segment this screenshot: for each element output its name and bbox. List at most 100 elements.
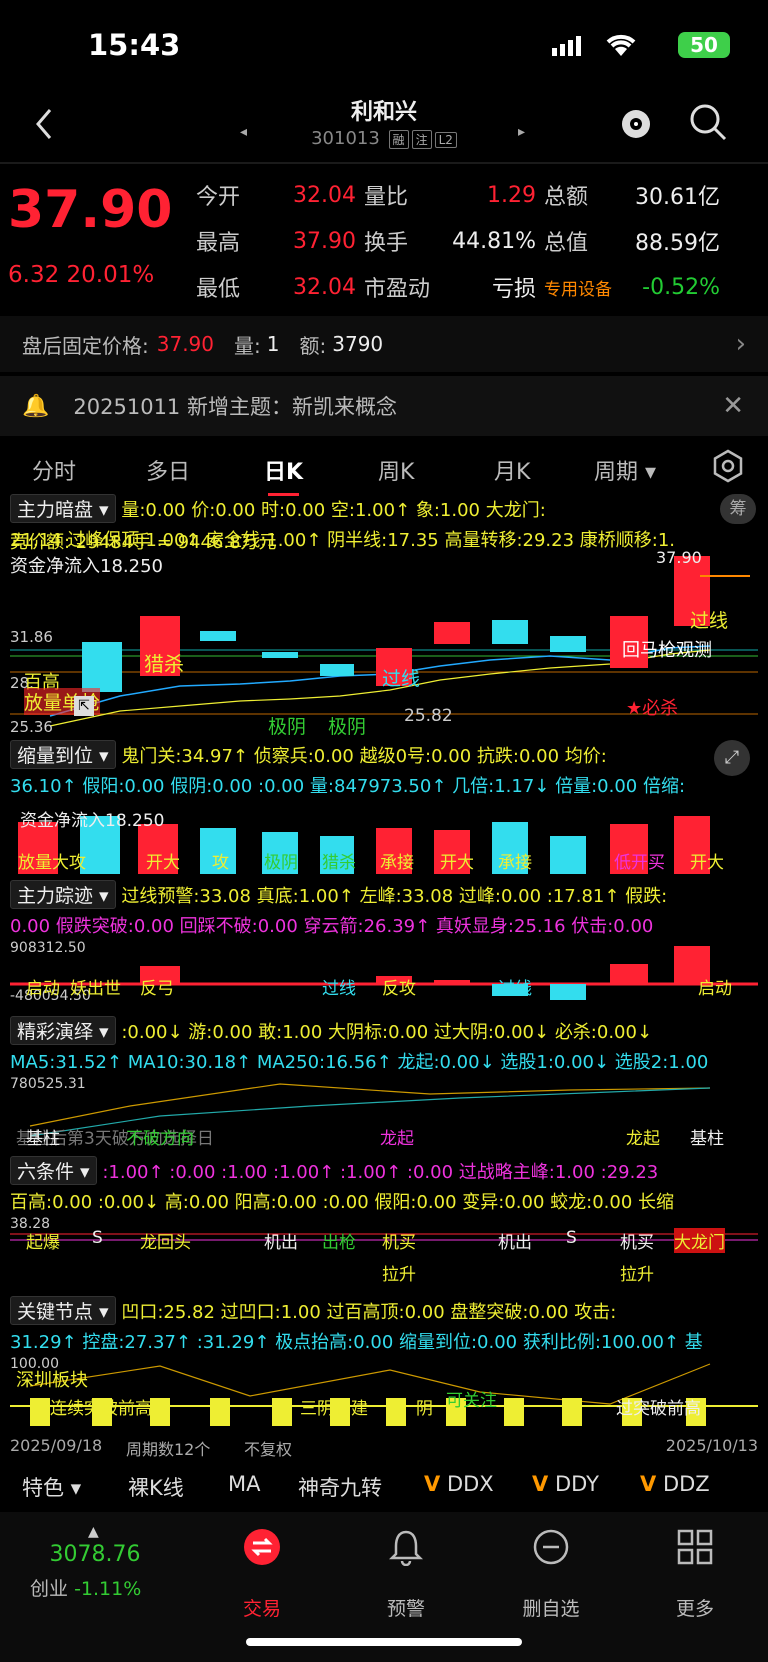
settings-icon[interactable] [710,448,746,490]
price-change: 6.32 20.01% [8,262,154,288]
tool-ddx[interactable]: V DDX [424,1472,494,1496]
panel4-line1: :0.00↓ 游:0.00 敢:1.00 大阴标:0.00 过大阴:0.00↓ … [121,1022,653,1043]
index-info[interactable]: 创业 -1.11% [30,1574,141,1601]
main-indicator-name: 主力暗盘 [17,499,94,521]
tool-jiuzhuan[interactable]: 神奇九转 [298,1472,382,1502]
after-hours-amt-label: 额: [299,333,327,358]
battery-icon: 50 [678,32,730,58]
trace-tag: 过线 [498,979,532,999]
panel6-header: 关键节点 ▾ 凹口:25.82 过凹口:1.00 过百高顶:0.00 盘整突破:… [10,1296,760,1325]
panel6-select[interactable]: 关键节点 ▾ [10,1296,116,1325]
nav-trade[interactable]: 交易 [217,1594,307,1621]
tab-duori[interactable]: 多日 [146,454,190,486]
panel4-name: 精彩演绎 [17,1021,94,1043]
panel5-name: 六条件 [17,1161,75,1183]
alert-icon[interactable] [388,1528,424,1570]
panel2-select[interactable]: 缩量到位 ▾ [10,740,116,769]
signal-tag: 基柱 [26,1129,60,1149]
panel2-line2: 36.10↑ 假阳:0.00 假阴:0.00 :0.00 量:847973.50… [10,776,686,797]
candle [200,631,236,641]
panel3-select[interactable]: 主力踪迹 ▾ [10,880,116,909]
cond-tag: 大龙门 [674,1228,725,1253]
vol-label: 承接 [498,853,532,873]
start-date: 2025/09/18 [10,1436,103,1455]
panel4-select[interactable]: 精彩演绎 ▾ [10,1016,116,1045]
signal-jiyin: 极阴 [328,716,367,738]
vol-label: 开大 [440,853,474,873]
chart-tabs: 分时 多日 日K 周K 月K 周期 ▾ [0,440,768,498]
expand-icon[interactable]: ⤢ [714,740,750,776]
home-indicator[interactable] [246,1638,522,1646]
node-tag: 深圳板块 [16,1370,88,1391]
quote-label: 总额 [544,185,589,210]
cond-tag: 机出 [498,1233,532,1253]
quote-label: 换手 [364,231,409,256]
quote-value: 32.04 [293,274,356,300]
quote-label: 市盈动 [364,277,431,302]
tool-ddz[interactable]: V DDZ [640,1472,710,1496]
remove-favorite-icon[interactable] [532,1528,570,1570]
nav-alert[interactable]: 预警 [361,1594,451,1621]
cond-tag: 拉升 [382,1265,416,1285]
fq-mode[interactable]: 不复权 [244,1436,292,1460]
cond-tag: 拉升 [620,1265,654,1285]
index-name: 创业 [30,1578,69,1600]
tab-rik[interactable]: 日K [264,454,303,496]
panel5-header: 六条件 ▾ :1.00↑ :0.00 :1.00 :1.00↑ :1.00↑ :… [10,1156,760,1185]
main-indicator-header: 主力暗盘 ▾ 量:0.00 价:0.00 时:0.00 空:1.00↑ 象:1.… [10,494,760,523]
node-bar [150,1398,170,1426]
panel5-chart[interactable]: 38.28 起爆 S 龙回头 机出 出枪 机买 机出 S 机买 大龙门 拉升 拉… [10,1216,758,1294]
collapse-icon[interactable]: ⇱ [74,696,94,716]
signal-guoxian: 过线 [382,668,421,690]
cond-tag: S [566,1228,577,1248]
more-icon[interactable] [676,1528,714,1570]
theme-notice[interactable]: 🔔 20251011 新增主题：新凯来概念 ✕ [0,376,768,436]
index-value[interactable]: 3078.76 [40,1542,150,1567]
quote-value: 88.59亿 [635,231,720,256]
node-bar [30,1398,50,1426]
trace-tag: 启动 [698,979,732,999]
axis-value: 780525.31 [10,1076,86,1092]
panel2-name: 缩量到位 [17,745,94,767]
quote-row: 最高 37.90 换手 44.81% 总值 88.59亿 [196,218,762,264]
main-indicator-select[interactable]: 主力暗盘 ▾ [10,494,116,523]
tag-registration: 注 [411,130,432,149]
panel3-chart[interactable]: 908312.50 -480054.50 启动 妖出世 反弓 过线 反攻 过线 … [10,940,758,1004]
panel6-chart[interactable]: 100.00 深圳板块 连续突破前高 三阴有建 阴 可关注 过突破前高 [10,1356,758,1430]
cond-tag: 出枪 [322,1233,356,1253]
trace-tag: 过线 [322,979,356,999]
node-tag: 可关注 [446,1391,497,1411]
panel2-chart[interactable]: 资金净流入18.250 放量大攻 开大 攻 极阴 猎杀 承接 开大 承接 低开买… [10,802,758,874]
nav-remove-favorite[interactable]: 删自选 [506,1594,596,1621]
close-icon[interactable]: ✕ [722,391,744,421]
tab-fenshi[interactable]: 分时 [32,454,76,486]
candle [262,652,298,658]
quote-label: 最低 [196,277,241,302]
tool-luok[interactable]: 裸K线 [128,1472,184,1502]
tool-tese[interactable]: 特色 ▾ [22,1472,81,1502]
vol-label: 开大 [690,853,724,873]
tool-ma[interactable]: MA [228,1472,260,1496]
tab-zhouk[interactable]: 周K [378,454,414,486]
panel6-line2: 31.29↑ 控盘:27.37↑ :31.29↑ 极点抬高:0.00 缩量到位:… [10,1332,703,1353]
nav-more[interactable]: 更多 [650,1594,740,1621]
quote-value: 32.04 [293,182,356,208]
industry-link[interactable]: 专用设备 [544,275,640,300]
chip-distribution-button[interactable]: 筹 [720,494,756,524]
tool-ddy[interactable]: V DDY [532,1472,599,1496]
signal-tag: 基柱 [690,1129,724,1149]
tab-period[interactable]: 周期 ▾ [594,454,656,486]
kline-chart[interactable]: 竞价额: 29484手 = 9446.8万元 资金净流入18.250 37.90… [10,532,758,738]
node-bar [210,1398,230,1426]
tag-margin: 融 [388,130,409,149]
net-inflow: 资金净流入18.250 [20,811,165,831]
tool-ddy-label: DDY [554,1472,599,1496]
node-bar [272,1398,292,1426]
panel5-select[interactable]: 六条件 ▾ [10,1156,97,1185]
net-inflow: 资金净流入18.250 [10,556,163,577]
trade-icon[interactable] [243,1528,281,1570]
after-hours-bar[interactable]: 盘后固定价格: 37.90 量: 1 额: 3790 › [0,316,768,372]
tab-yuek[interactable]: 月K [494,454,530,486]
candle [434,622,470,644]
panel4-chart[interactable]: 780525.31 基柱后第3天破方向选择日 基柱 不破方向 龙起 龙起 基柱 [10,1076,758,1149]
